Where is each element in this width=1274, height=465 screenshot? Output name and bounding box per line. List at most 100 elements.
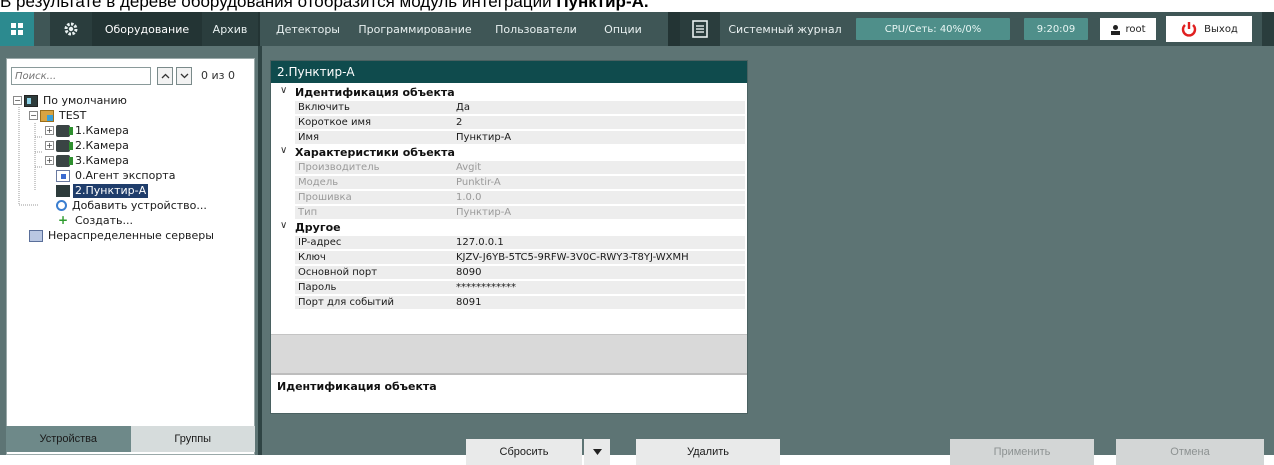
section-other[interactable]: ∨ Другое: [271, 220, 747, 235]
tree-node-punktir-a[interactable]: 2.Пунктир-А: [56, 183, 149, 198]
unassigned-servers-icon: [29, 229, 43, 242]
search-result-count: 0 из 0: [201, 69, 235, 82]
expand-toggle[interactable]: +: [45, 156, 54, 165]
property-value[interactable]: Пунктир-А: [453, 131, 745, 144]
user-icon: [1111, 24, 1121, 35]
tab-users[interactable]: Пользователи: [484, 12, 588, 46]
apply-button[interactable]: Применить: [950, 439, 1094, 465]
description-title: Идентификация объекта: [277, 380, 437, 393]
chevron-up-icon[interactable]: [157, 67, 173, 85]
property-key: Короткое имя: [295, 116, 453, 129]
tree-node-default[interactable]: − По умолчанию: [13, 93, 129, 108]
property-value[interactable]: 127.0.0.1: [453, 236, 745, 249]
caret-down-icon: [592, 449, 602, 455]
tab-options[interactable]: Опции: [594, 12, 652, 46]
property-key: Модель: [295, 176, 453, 189]
property-value[interactable]: Да: [453, 101, 745, 114]
camera-icon: [56, 139, 73, 152]
property-row-main-port[interactable]: Основной порт 8090: [271, 265, 747, 280]
property-key: Включить: [295, 101, 453, 114]
user-name: root: [1125, 23, 1146, 35]
property-value[interactable]: ************: [453, 281, 745, 294]
grid-home-icon[interactable]: [0, 12, 34, 46]
gear-icon[interactable]: [50, 12, 92, 46]
tree-node-label: 2.Пунктир-А: [73, 183, 149, 198]
power-icon: [1181, 22, 1197, 37]
section-identification[interactable]: ∨ Идентификация объекта: [271, 85, 747, 100]
property-row-ip-address[interactable]: IP-адрес 127.0.0.1: [271, 235, 747, 250]
expand-toggle[interactable]: +: [45, 126, 54, 135]
exit-button[interactable]: Выход: [1166, 16, 1252, 42]
chevron-down-icon: ∨: [280, 220, 288, 231]
cancel-button[interactable]: Отмена: [1116, 439, 1264, 465]
tree-node-label: Добавить устройство...: [72, 198, 207, 212]
tree-node-test-server[interactable]: − TEST: [29, 108, 88, 123]
topbar-divider: [668, 12, 680, 46]
tab-programming[interactable]: Программирование: [352, 12, 478, 46]
properties-panel: 2.Пунктир-А ∨ Идентификация объекта Вклю…: [270, 60, 748, 414]
property-value[interactable]: 2: [453, 116, 745, 129]
tab-groups[interactable]: Группы: [130, 426, 255, 452]
property-row-enable[interactable]: Включить Да: [271, 100, 747, 115]
section-characteristics[interactable]: ∨ Характеристики объекта: [271, 145, 747, 160]
property-row-password[interactable]: Пароль ************: [271, 280, 747, 295]
tree-node-label: Создать...: [75, 213, 133, 227]
property-key: Производитель: [295, 161, 453, 174]
tree-node-create[interactable]: + Создать...: [56, 213, 135, 228]
collapse-toggle[interactable]: −: [13, 96, 22, 105]
properties-title: 2.Пунктир-А: [271, 61, 747, 83]
chevron-down-icon[interactable]: [176, 67, 192, 85]
properties-empty-area: [271, 334, 747, 374]
tree-node-label: TEST: [59, 108, 87, 122]
property-value[interactable]: 8091: [453, 296, 745, 309]
property-row-event-port[interactable]: Порт для событий 8091: [271, 295, 747, 310]
tab-archive[interactable]: Архив: [202, 12, 258, 46]
property-row-key[interactable]: Ключ KJZV-J6YB-5TC5-9RFW-3V0C-RWY3-T8YJ-…: [271, 250, 747, 265]
journal-icon[interactable]: [680, 12, 720, 46]
property-value[interactable]: 8090: [453, 266, 745, 279]
property-row-firmware: Прошивка 1.0.0: [271, 190, 747, 205]
delete-button[interactable]: Удалить: [636, 439, 780, 465]
user-button[interactable]: root: [1100, 18, 1156, 40]
tree-node-label: 1.Камера: [75, 123, 129, 137]
search-add-icon: [56, 200, 67, 211]
punktir-device-icon: [56, 184, 70, 197]
tree-node-export-agent[interactable]: 0.Агент экспорта: [56, 168, 177, 183]
device-tree-panel: 0 из 0 − По умолчанию − TEST: [6, 58, 255, 455]
document-caption-text: В результате в дереве оборудования отобр…: [0, 0, 557, 11]
property-value: Punktir-A: [453, 176, 745, 189]
tree-node-label: 3.Камера: [75, 153, 129, 167]
property-row-type: Тип Пунктир-А: [271, 205, 747, 220]
property-description-area: Идентификация объекта: [271, 373, 747, 413]
tree-node-label: По умолчанию: [43, 93, 127, 107]
property-row-name[interactable]: Имя Пунктир-А: [271, 130, 747, 145]
create-icon: +: [57, 212, 69, 227]
tree-node-camera-3[interactable]: + 3.Камера: [45, 153, 131, 168]
tree-node-add-device[interactable]: Добавить устройство...: [56, 198, 209, 213]
tree-node-label: Нераспределенные серверы: [48, 228, 214, 242]
search-input[interactable]: [11, 67, 151, 85]
property-key: IP-адрес: [295, 236, 453, 249]
topbar-divider: [258, 12, 260, 46]
tree-node-label: 2.Камера: [75, 138, 129, 152]
system-journal-button[interactable]: Системный журнал: [724, 12, 846, 46]
tab-detectors[interactable]: Детекторы: [272, 12, 344, 46]
property-value: 1.0.0: [453, 191, 745, 204]
reset-menu-button[interactable]: [584, 439, 610, 465]
property-value: Пунктир-А: [453, 206, 745, 219]
property-row-short-name[interactable]: Короткое имя 2: [271, 115, 747, 130]
tree-node-camera-1[interactable]: + 1.Камера: [45, 123, 131, 138]
camera-icon: [56, 124, 73, 137]
section-title: Другое: [295, 221, 341, 234]
tab-devices[interactable]: Устройства: [6, 426, 131, 452]
tree-node-camera-2[interactable]: + 2.Камера: [45, 138, 131, 153]
property-row-model: Модель Punktir-A: [271, 175, 747, 190]
property-value[interactable]: KJZV-J6YB-5TC5-9RFW-3V0C-RWY3-T8YJ-WXMH: [453, 251, 745, 264]
expand-toggle[interactable]: +: [45, 141, 54, 150]
collapse-toggle[interactable]: −: [29, 111, 38, 120]
reset-button[interactable]: Сбросить: [466, 439, 582, 465]
tree-node-unassigned-servers[interactable]: Нераспределенные серверы: [29, 228, 216, 243]
panel-splitter[interactable]: [258, 46, 262, 455]
tab-hardware[interactable]: Оборудование: [92, 12, 202, 46]
chevron-down-icon: ∨: [280, 145, 288, 156]
